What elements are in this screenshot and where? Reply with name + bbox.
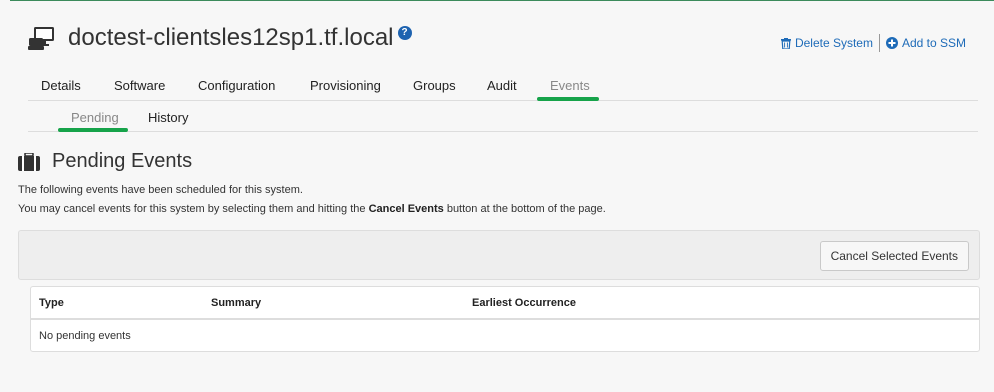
column-header-type[interactable]: Type	[39, 297, 64, 309]
active-subtab-indicator	[58, 128, 128, 132]
tab-details[interactable]: Details	[41, 78, 81, 93]
tab-configuration[interactable]: Configuration	[198, 78, 275, 93]
column-header-earliest-occurrence[interactable]: Earliest Occurrence	[472, 297, 576, 309]
action-divider	[878, 34, 880, 52]
section-heading: Pending Events	[18, 150, 192, 173]
tab-events[interactable]: Events	[550, 78, 590, 93]
subtab-pending[interactable]: Pending	[71, 110, 119, 125]
delete-system-link[interactable]: Delete System	[780, 36, 873, 50]
add-to-ssm-link[interactable]: Add to SSM	[885, 36, 966, 50]
tab-provisioning[interactable]: Provisioning	[310, 78, 381, 93]
empty-table-message: No pending events	[39, 330, 131, 342]
add-to-ssm-label: Add to SSM	[901, 36, 966, 50]
description-line-1: The following events have been scheduled…	[18, 184, 303, 196]
tab-groups[interactable]: Groups	[413, 78, 456, 93]
description-bold-text: Cancel Events	[368, 203, 444, 215]
active-tab-indicator	[537, 97, 599, 101]
table-header: Type Summary Earliest Occurrence	[31, 287, 979, 320]
plus-circle-icon	[885, 37, 898, 49]
description-text: You may cancel events for this system by…	[18, 203, 369, 215]
system-icon	[28, 26, 56, 52]
page-title: doctest-clientsles12sp1.tf.local?	[68, 24, 412, 52]
section-title: Pending Events	[52, 150, 193, 172]
system-header: doctest-clientsles12sp1.tf.local? Delete…	[28, 22, 978, 62]
system-name: doctest-clientsles12sp1.tf.local	[68, 24, 394, 51]
header-actions: Delete System Add to SSM	[780, 34, 966, 52]
delete-system-label: Delete System	[794, 36, 873, 50]
description-line-2: You may cancel events for this system by…	[18, 203, 606, 215]
question-circle-icon[interactable]: ?	[397, 26, 412, 40]
briefcase-icon	[18, 152, 40, 171]
tab-audit[interactable]: Audit	[487, 78, 517, 93]
tab-software[interactable]: Software	[114, 78, 165, 93]
subtab-history[interactable]: History	[148, 110, 188, 125]
top-border-line	[10, 0, 994, 1]
events-toolbar: Cancel Selected Events	[18, 230, 980, 280]
events-subtabs: Pending History	[28, 110, 978, 132]
cancel-selected-events-button[interactable]: Cancel Selected Events	[819, 241, 969, 271]
column-header-summary[interactable]: Summary	[211, 297, 261, 309]
trash-icon	[780, 37, 791, 49]
system-tabs: Details Software Configuration Provision…	[28, 78, 978, 101]
description-text-end: button at the bottom of the page.	[443, 203, 606, 215]
pending-events-table: Type Summary Earliest Occurrence No pend…	[30, 286, 980, 352]
